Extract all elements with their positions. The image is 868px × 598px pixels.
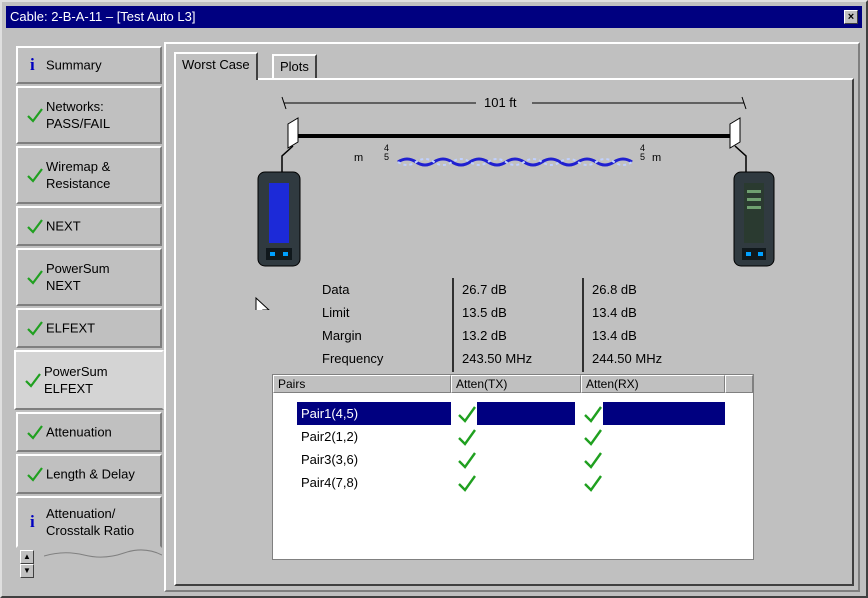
sidebar-item-label: Summary — [46, 57, 102, 73]
sidebar-item-attenuation[interactable]: Attenuation — [16, 412, 162, 452]
checkmark-icon — [584, 429, 602, 446]
tx-data-value: 26.7 dB — [462, 282, 507, 297]
rx-limit-value: 13.4 dB — [592, 305, 637, 320]
column-header-atten-rx[interactable]: Atten(RX) — [581, 375, 725, 393]
cable-length-label: 101 ft — [484, 95, 517, 110]
sidebar-item-label: Networks: PASS/FAIL — [46, 99, 111, 131]
checkmark-icon — [27, 270, 43, 285]
table-row[interactable]: Pair2(1,2) — [273, 425, 753, 448]
sidebar-item-length-delay[interactable]: Length & Delay — [16, 454, 162, 494]
sidebar-item-elfext[interactable]: ELFEXT — [16, 308, 162, 348]
tab-worst-case[interactable]: Worst Case — [174, 52, 258, 80]
window-title: Cable: 2-B-A-11 – [Test Auto L3] — [10, 9, 196, 24]
sidebar-item-label: PowerSum ELFEXT — [44, 364, 108, 396]
checkmark-icon — [584, 452, 602, 469]
column-header-atten-tx[interactable]: Atten(TX) — [451, 375, 581, 393]
checkmark-icon — [458, 406, 476, 423]
sidebar-item-label: Length & Delay — [46, 466, 135, 482]
info-icon: i — [30, 512, 35, 531]
right-end-label: m — [652, 152, 662, 164]
checkmark-icon — [458, 475, 476, 492]
rx-data-value: 26.8 dB — [592, 282, 637, 297]
sidebar-item-powersum-elfext[interactable]: PowerSum ELFEXT — [14, 350, 164, 410]
sidebar-item-label: PowerSum NEXT — [46, 261, 110, 293]
margin-label: Margin — [322, 328, 362, 343]
title-bar: Cable: 2-B-A-11 – [Test Auto L3] × — [6, 6, 862, 28]
sidebar-item-label: Attenuation/ Crosstalk Ratio — [46, 506, 135, 538]
table-row[interactable]: Pair4(7,8) — [273, 471, 753, 494]
measurement-tx-values: 26.7 dB 13.5 dB 13.2 dB 243.50 MHz — [462, 278, 532, 370]
limit-label: Limit — [322, 305, 350, 320]
checkmark-icon — [27, 219, 43, 234]
pair-cell: Pair2(1,2) — [301, 429, 359, 444]
sidebar-item-label: ELFEXT — [46, 320, 96, 336]
scroll-down-button[interactable]: ▼ — [20, 564, 34, 578]
left-pair-marker: 4 5 — [384, 143, 390, 162]
column-header-filler — [725, 375, 753, 393]
data-label: Data — [322, 282, 350, 297]
sidebar-item-next[interactable]: NEXT — [16, 206, 162, 246]
results-panel: Worst Case Plots 101 ft m m 4 5 4 5 Data… — [164, 42, 860, 592]
checkmark-icon — [458, 452, 476, 469]
checkmark-icon — [458, 429, 476, 446]
checkmark-icon — [27, 168, 43, 183]
rx-selection-fill — [603, 402, 725, 425]
tx-margin-value: 13.2 dB — [462, 328, 507, 343]
sidebar-item-acr[interactable]: i Attenuation/ Crosstalk Ratio — [16, 496, 162, 548]
table-row[interactable]: Pair1(4,5) — [273, 402, 753, 425]
measurement-rx-values: 26.8 dB 13.4 dB 13.4 dB 244.50 MHz — [592, 278, 662, 370]
checkmark-icon — [27, 321, 43, 336]
column-header-pairs[interactable]: Pairs — [273, 375, 451, 393]
checkmark-icon — [27, 425, 43, 440]
right-pair-marker: 4 5 — [640, 143, 646, 162]
left-end-label: m — [354, 152, 364, 164]
rx-margin-value: 13.4 dB — [592, 328, 637, 343]
grid-header: Pairs Atten(TX) Atten(RX) — [273, 375, 753, 393]
pairs-grid: Pairs Atten(TX) Atten(RX) Pair1(4,5) Pai… — [272, 374, 754, 560]
pair-cell: Pair4(7,8) — [301, 475, 359, 490]
sidebar-item-label: Attenuation — [46, 424, 112, 440]
tab-plots[interactable]: Plots — [272, 54, 317, 78]
app-window: Cable: 2-B-A-11 – [Test Auto L3] × i Sum… — [0, 0, 868, 598]
pair-cell: Pair3(3,6) — [301, 452, 359, 467]
torn-edge-decoration — [44, 549, 162, 558]
tx-limit-value: 13.5 dB — [462, 305, 507, 320]
sidebar-item-label: Wiremap & Resistance — [46, 159, 111, 191]
close-button[interactable]: × — [844, 10, 858, 24]
checkmark-icon — [27, 467, 43, 482]
checkmark-icon — [25, 373, 41, 388]
scroll-up-button[interactable]: ▲ — [20, 550, 34, 564]
pair-cell[interactable]: Pair1(4,5) — [297, 402, 451, 425]
column-divider — [452, 278, 454, 372]
sidebar-item-powersum-next[interactable]: PowerSum NEXT — [16, 248, 162, 306]
tx-selection-fill — [477, 402, 575, 425]
measurement-labels: Data Limit Margin Frequency — [322, 278, 383, 370]
checkmark-icon — [584, 475, 602, 492]
test-sidebar: i Summary Networks: PASS/FAIL Wiremap & … — [14, 46, 164, 592]
sidebar-item-networks[interactable]: Networks: PASS/FAIL — [16, 86, 162, 144]
tx-frequency-value: 243.50 MHz — [462, 351, 533, 366]
info-icon: i — [30, 55, 35, 74]
frequency-label: Frequency — [322, 351, 384, 366]
column-divider — [582, 278, 584, 372]
cable-diagram — [255, 96, 775, 310]
table-row[interactable]: Pair3(3,6) — [273, 448, 753, 471]
sidebar-scroll: ▲ ▼ — [20, 550, 34, 578]
sidebar-item-wiremap[interactable]: Wiremap & Resistance — [16, 146, 162, 204]
checkmark-icon — [27, 108, 43, 123]
rx-frequency-value: 244.50 MHz — [592, 351, 663, 366]
sidebar-item-summary[interactable]: i Summary — [16, 46, 162, 84]
sidebar-item-label: NEXT — [46, 218, 81, 234]
checkmark-icon — [584, 406, 602, 423]
